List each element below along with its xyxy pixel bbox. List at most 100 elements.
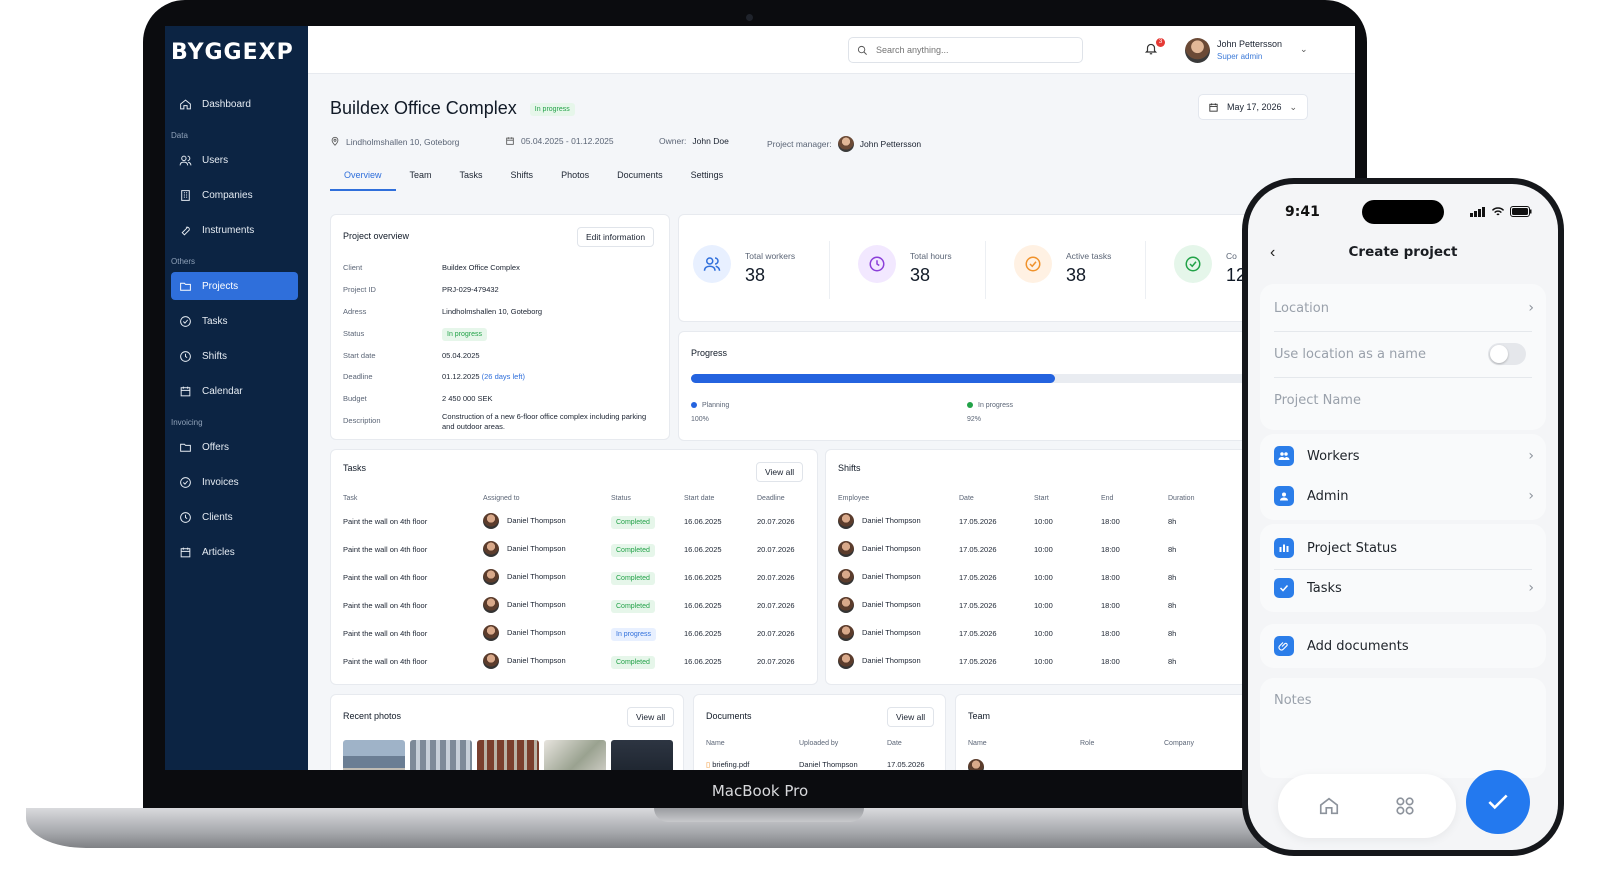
- photo-thumbnail[interactable]: [343, 740, 405, 770]
- photo-thumbnail[interactable]: [544, 740, 606, 770]
- sidebar-item-companies[interactable]: Companies: [171, 181, 298, 209]
- document-row[interactable]: ▯ briefing.pdf: [706, 760, 749, 769]
- laptop-notch: [654, 808, 864, 822]
- sidebar-item-instruments[interactable]: Instruments: [171, 216, 298, 244]
- table-row[interactable]: Paint the wall on 4th floor Daniel Thomps…: [343, 647, 811, 675]
- divider: [985, 241, 986, 299]
- signal-icon: [1470, 206, 1485, 217]
- table-row[interactable]: Daniel Thompson 17.05.2026 10:00 18:00 8h: [838, 507, 1258, 535]
- start-date: 16.06.2025: [684, 600, 722, 610]
- sidebar-item-projects[interactable]: Projects: [171, 272, 298, 300]
- sidebar-item-articles[interactable]: Articles: [171, 538, 298, 566]
- deadline: 20.07.2026: [757, 516, 795, 526]
- checkmark-icon: [1488, 794, 1508, 810]
- assignee: Daniel Thompson: [483, 619, 611, 647]
- task-name: Paint the wall on 4th floor: [343, 628, 428, 638]
- avatar: [838, 653, 854, 669]
- sidebar-item-calendar[interactable]: Calendar: [171, 377, 298, 405]
- overview-row-project-id: Project ID PRJ-029-479432: [343, 285, 499, 294]
- shift-start: 10:00: [1034, 628, 1053, 638]
- chevron-down-icon[interactable]: ⌄: [1300, 44, 1308, 55]
- search-icon: [857, 45, 867, 55]
- status-time: 9:41: [1285, 204, 1320, 220]
- sidebar-item-users[interactable]: Users: [171, 146, 298, 174]
- calendar-icon: [180, 547, 191, 557]
- apps-grid-icon[interactable]: [1394, 795, 1416, 817]
- table-row[interactable]: Paint the wall on 4th floor Daniel Thomps…: [343, 591, 811, 619]
- date-picker[interactable]: May 17, 2026 ⌄: [1198, 94, 1308, 120]
- checkbox-icon: [1274, 578, 1294, 598]
- add-documents-row[interactable]: Add documents: [1274, 624, 1534, 668]
- table-row[interactable]: Daniel Thompson 17.05.2026 10:00 18:00 8h: [838, 535, 1258, 563]
- check-circle-icon: [180, 315, 191, 327]
- tasks-row[interactable]: Tasks ›: [1274, 566, 1534, 610]
- tab-settings[interactable]: Settings: [677, 164, 738, 191]
- tab-photos[interactable]: Photos: [547, 164, 603, 191]
- table-row[interactable]: Daniel Thompson 17.05.2026 10:00 18:00 8h: [838, 619, 1258, 647]
- recent-photos-card: Recent photos View all: [330, 694, 684, 770]
- table-row[interactable]: Paint the wall on 4th floor Daniel Thomps…: [343, 563, 811, 591]
- photo-thumbnail[interactable]: [611, 740, 673, 770]
- photos-view-all-button[interactable]: View all: [627, 707, 675, 727]
- start-date: 16.06.2025: [684, 516, 722, 526]
- tab-shifts[interactable]: Shifts: [497, 164, 548, 191]
- sidebar-item-shifts[interactable]: Shifts: [171, 342, 298, 370]
- brand-logo[interactable]: BYGGEXP: [171, 40, 294, 65]
- notes-field[interactable]: Notes: [1274, 678, 1534, 722]
- camera-dot: [746, 14, 753, 21]
- documents-card: Add documents: [1260, 624, 1546, 668]
- phone-screen: 9:41 ‹ Create project Location › Use loc…: [1248, 184, 1558, 850]
- tab-team[interactable]: Team: [396, 164, 446, 191]
- deadline: 20.07.2026: [757, 600, 795, 610]
- table-row[interactable]: Daniel Thompson 17.05.2026 10:00 18:00 8h: [838, 647, 1258, 675]
- shift-start: 10:00: [1034, 600, 1053, 610]
- sidebar-item-offers[interactable]: Offers: [171, 433, 298, 461]
- workers-icon: [1274, 446, 1294, 466]
- status-badge: In progress: [529, 102, 575, 116]
- home-icon[interactable]: [1318, 795, 1340, 817]
- project-name-field[interactable]: Project Name: [1274, 378, 1534, 422]
- search-input[interactable]: [876, 45, 1066, 55]
- table-row[interactable]: Daniel Thompson 17.05.2026 10:00 18:00 8h: [838, 563, 1258, 591]
- shift-date: 17.05.2026: [959, 544, 997, 554]
- search-box[interactable]: [848, 37, 1083, 63]
- photo-thumbnail[interactable]: [477, 740, 539, 770]
- overview-row-client: Client Buildex Office Complex: [343, 263, 520, 272]
- use-location-toggle[interactable]: [1488, 343, 1526, 365]
- table-row[interactable]: Paint the wall on 4th floor Daniel Thomps…: [343, 507, 811, 535]
- location-row[interactable]: Location ›: [1274, 286, 1534, 330]
- table-row[interactable]: Paint the wall on 4th floor Daniel Thomps…: [343, 535, 811, 563]
- sidebar-item-invoices[interactable]: Invoices: [171, 468, 298, 496]
- tasks-view-all-button[interactable]: View all: [756, 462, 804, 482]
- users-icon: [693, 245, 731, 283]
- clock-icon: [180, 511, 191, 523]
- avatar: [483, 513, 499, 529]
- sidebar-item-dashboard[interactable]: Dashboard: [171, 90, 298, 118]
- task-status: In progress: [611, 619, 684, 647]
- deadline: 20.07.2026: [757, 656, 795, 666]
- users-icon: [179, 155, 192, 165]
- tab-documents[interactable]: Documents: [603, 164, 677, 191]
- laptop-screen: BYGGEXP Dashboard Data Users Companies I…: [165, 26, 1355, 770]
- battery-icon: [1510, 206, 1532, 217]
- user-avatar[interactable]: [1185, 38, 1210, 63]
- admin-row[interactable]: Admin ›: [1274, 474, 1534, 518]
- table-row[interactable]: Paint the wall on 4th floor Daniel Thomps…: [343, 619, 811, 647]
- photo-thumbnail[interactable]: [410, 740, 472, 770]
- chevron-down-icon: ⌄: [1289, 101, 1298, 112]
- edit-information-button[interactable]: Edit information: [577, 227, 655, 247]
- sidebar-item-clients[interactable]: Clients: [171, 503, 298, 531]
- documents-view-all-button[interactable]: View all: [887, 707, 935, 727]
- workers-row[interactable]: Workers ›: [1274, 434, 1534, 478]
- progress-track: [691, 374, 1251, 383]
- status-badge: In progress: [611, 627, 657, 641]
- tab-tasks[interactable]: Tasks: [446, 164, 497, 191]
- tab-overview[interactable]: Overview: [330, 164, 396, 191]
- table-row[interactable]: Daniel Thompson 17.05.2026 10:00 18:00 8h: [838, 591, 1258, 619]
- location-pin-icon: [331, 136, 339, 146]
- sidebar-item-tasks[interactable]: Tasks: [171, 307, 298, 335]
- project-status-row[interactable]: Project Status: [1274, 526, 1534, 570]
- chevron-right-icon: ›: [1528, 580, 1534, 596]
- confirm-button[interactable]: [1466, 770, 1530, 834]
- legend-planning: Planning: [691, 402, 729, 409]
